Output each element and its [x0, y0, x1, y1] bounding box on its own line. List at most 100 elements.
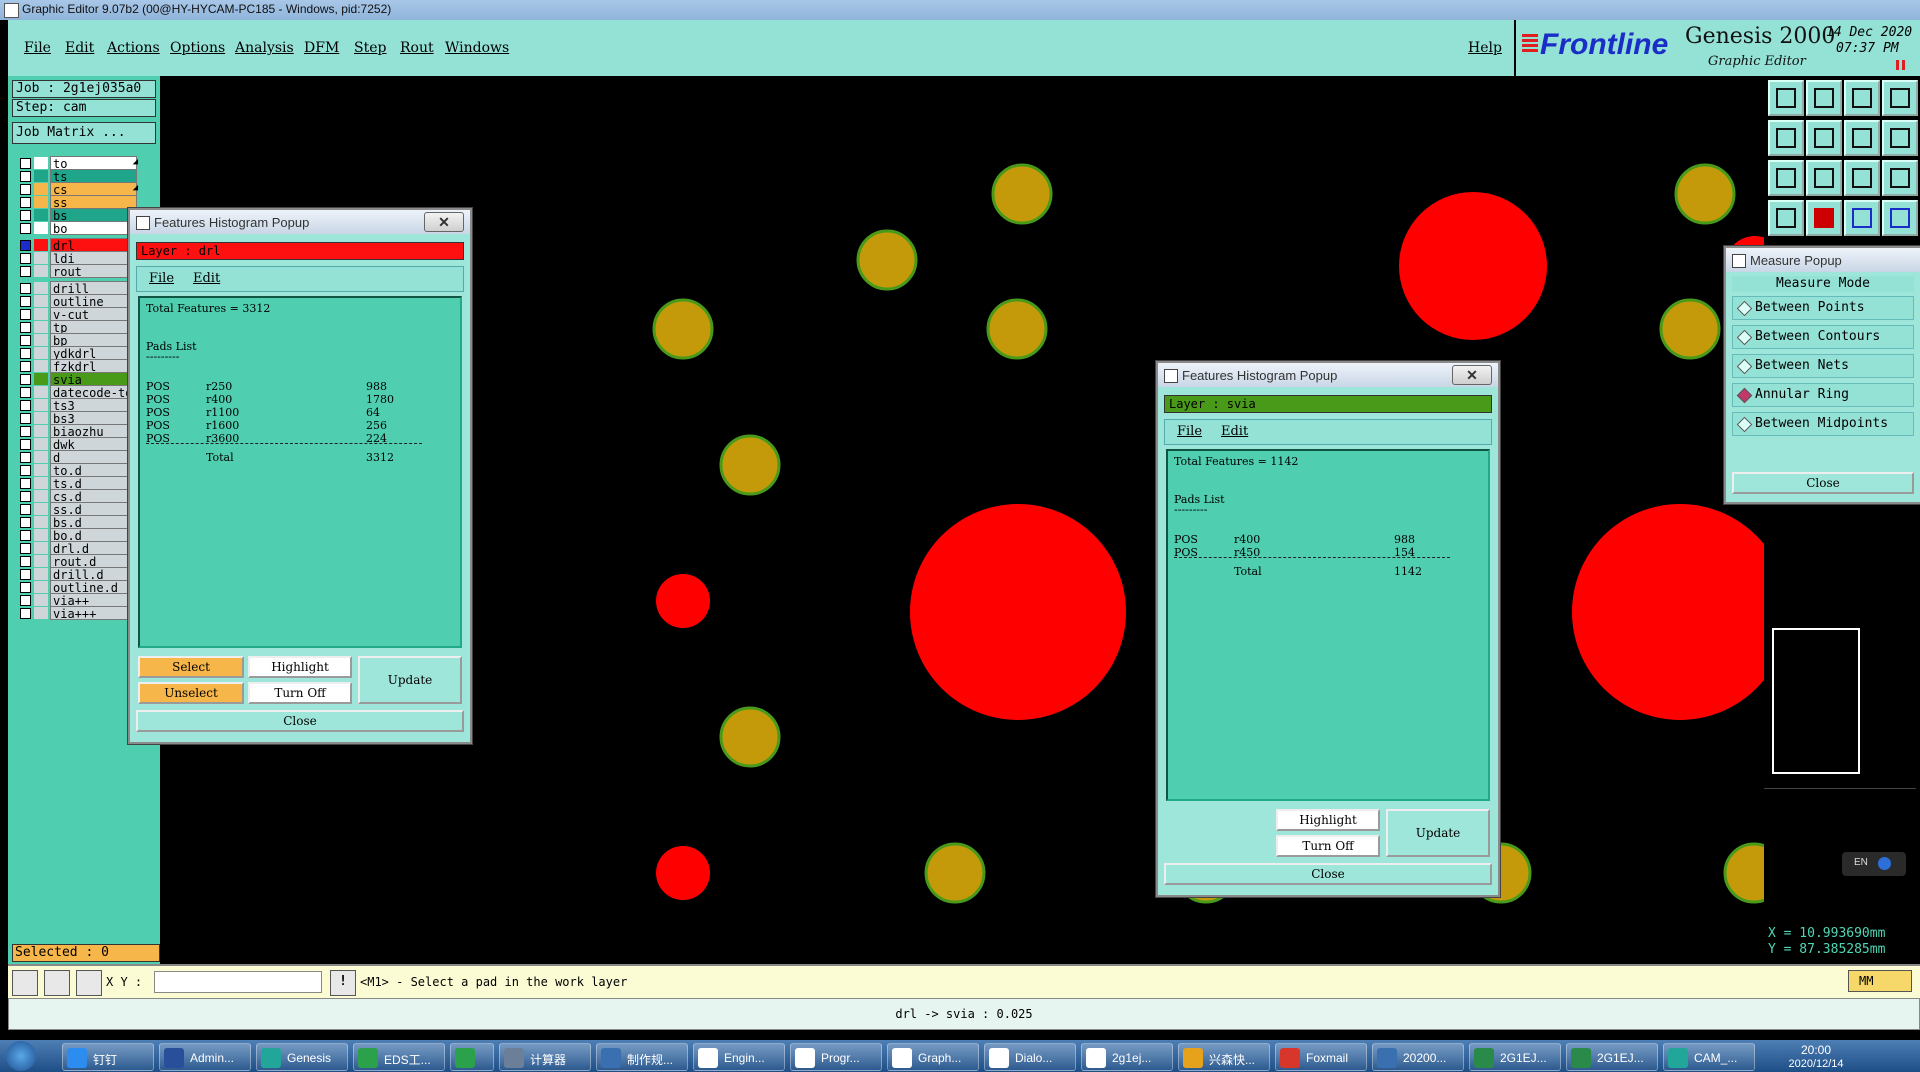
layer-row[interactable]: ts3 [16, 398, 138, 412]
taskbar-item[interactable]: 2G1EJ... [1469, 1043, 1561, 1071]
measure-option[interactable]: Between Contours [1732, 325, 1914, 349]
layer-name[interactable]: via++ [50, 593, 137, 607]
layer-name[interactable]: via+++ [50, 606, 137, 620]
pad-drl[interactable] [910, 504, 1126, 720]
angle-icon[interactable] [44, 970, 70, 996]
layer-row[interactable]: svia [16, 372, 138, 386]
layer-checkbox[interactable] [20, 387, 31, 398]
taskbar-item[interactable]: 计算器 [499, 1043, 591, 1071]
layer-name[interactable]: ts [50, 169, 137, 183]
taskbar-item[interactable]: 2G1EJ... [1566, 1043, 1658, 1071]
layer-name[interactable]: drill [50, 281, 137, 295]
menu-edit[interactable]: Edit [65, 40, 94, 56]
layer-name[interactable]: cs.d [50, 489, 137, 503]
layer-name[interactable]: tp [50, 320, 137, 334]
job-matrix-button[interactable]: Job Matrix ... [12, 122, 156, 144]
tool-fit-icon[interactable] [1768, 160, 1804, 196]
layer-row[interactable]: ts.d [16, 476, 138, 490]
turn-off-button[interactable]: Turn Off [248, 682, 352, 704]
layer-checkbox[interactable] [20, 595, 31, 606]
menu-step[interactable]: Step [354, 40, 386, 56]
layer-checkbox[interactable] [20, 361, 31, 372]
minimap[interactable] [1772, 628, 1860, 774]
layer-checkbox[interactable] [20, 197, 31, 208]
layer-row[interactable]: to.d◢ [16, 463, 138, 477]
layer-name[interactable]: rout [50, 264, 137, 278]
taskbar-item[interactable]: Progr... [790, 1043, 882, 1071]
layer-checkbox[interactable] [20, 374, 31, 385]
layer-name[interactable]: svia [50, 372, 137, 386]
update-button[interactable]: Update [1386, 809, 1490, 857]
layer-checkbox[interactable] [20, 608, 31, 619]
layer-name[interactable]: dwk [50, 437, 137, 451]
popup-menu-edit[interactable]: Edit [193, 271, 220, 286]
layer-name[interactable]: to [50, 156, 137, 170]
pad-drl[interactable] [1399, 192, 1547, 340]
layer-name[interactable]: cs [50, 182, 137, 196]
taskbar-item[interactable]: 兴森快... [1178, 1043, 1270, 1071]
layer-checkbox[interactable] [20, 348, 31, 359]
menu-windows[interactable]: Windows [445, 40, 509, 56]
pad-svia[interactable] [924, 842, 986, 904]
layer-row[interactable]: drl.d [16, 541, 138, 555]
layer-checkbox[interactable] [20, 491, 31, 502]
close-icon[interactable]: ✕ [424, 212, 464, 232]
layer-name[interactable]: ydkdrl [50, 346, 137, 360]
measure-option[interactable]: Between Points [1732, 296, 1914, 320]
layer-name[interactable]: bs.d [50, 515, 137, 529]
layer-checkbox[interactable] [20, 400, 31, 411]
layer-name[interactable]: bo [50, 221, 137, 235]
taskbar-item[interactable]: Genesis [256, 1043, 348, 1071]
layer-name[interactable]: fzkdrl [50, 359, 137, 373]
layer-checkbox[interactable] [20, 240, 31, 251]
layer-name[interactable]: d [50, 450, 137, 464]
layer-checkbox[interactable] [20, 210, 31, 221]
tool-measure-icon[interactable] [1806, 200, 1842, 236]
layer-name[interactable]: drl.d [50, 541, 137, 555]
tool-scale-1-2-icon[interactable] [1844, 160, 1880, 196]
layer-name[interactable]: ts3 [50, 398, 137, 412]
layer-row[interactable]: bp [16, 333, 138, 347]
help-circle-icon[interactable] [1878, 857, 1891, 870]
pad-svia[interactable] [652, 298, 714, 360]
tool-graph2-icon[interactable] [1882, 200, 1918, 236]
layer-checkbox[interactable] [20, 413, 31, 424]
layer-checkbox[interactable] [20, 426, 31, 437]
layer-checkbox[interactable] [20, 158, 31, 169]
layer-row[interactable]: to ◢ [16, 156, 138, 170]
layer-row[interactable]: rout [16, 264, 138, 278]
layer-name[interactable]: bp [50, 333, 137, 347]
layer-checkbox[interactable] [20, 171, 31, 182]
layer-checkbox[interactable] [20, 569, 31, 580]
layer-row[interactable]: outline◢ [16, 294, 138, 308]
pad-svia[interactable] [986, 298, 1048, 360]
layer-row[interactable]: biaozhu [16, 424, 138, 438]
layer-name[interactable]: biaozhu [50, 424, 137, 438]
layer-name[interactable]: drl [50, 238, 137, 252]
taskbar-item[interactable]: 制作规... [596, 1043, 688, 1071]
layer-name[interactable]: datecode-to [50, 385, 137, 399]
pad-svia[interactable] [1659, 298, 1721, 360]
layer-row[interactable]: datecode-to [16, 385, 138, 399]
tool-window-icon[interactable] [1882, 80, 1918, 116]
tool-help-icon[interactable] [1882, 160, 1918, 196]
layer-checkbox[interactable] [20, 543, 31, 554]
pad-drl[interactable] [656, 846, 710, 900]
layer-checkbox[interactable] [20, 266, 31, 277]
popup-menu-edit[interactable]: Edit [1221, 424, 1248, 439]
pad-svia[interactable] [1723, 842, 1764, 904]
popup-close-button[interactable]: Close [136, 710, 464, 732]
layer-checkbox[interactable] [20, 439, 31, 450]
warning-icon[interactable]: ! [330, 970, 356, 996]
menu-actions[interactable]: Actions [107, 40, 160, 56]
layer-row[interactable]: ss [16, 195, 138, 209]
layer-checkbox[interactable] [20, 517, 31, 528]
tool-center-icon[interactable] [1806, 160, 1842, 196]
measure-option[interactable]: Annular Ring [1732, 383, 1914, 407]
pad-svia[interactable] [856, 229, 918, 291]
layer-row[interactable]: fzkdrl◢ [16, 359, 138, 373]
layer-row[interactable]: cs.d◢ [16, 489, 138, 503]
taskbar-item[interactable]: 2g1ej... [1081, 1043, 1173, 1071]
menu-options[interactable]: Options [170, 40, 225, 56]
layer-name[interactable]: bo.d [50, 528, 137, 542]
